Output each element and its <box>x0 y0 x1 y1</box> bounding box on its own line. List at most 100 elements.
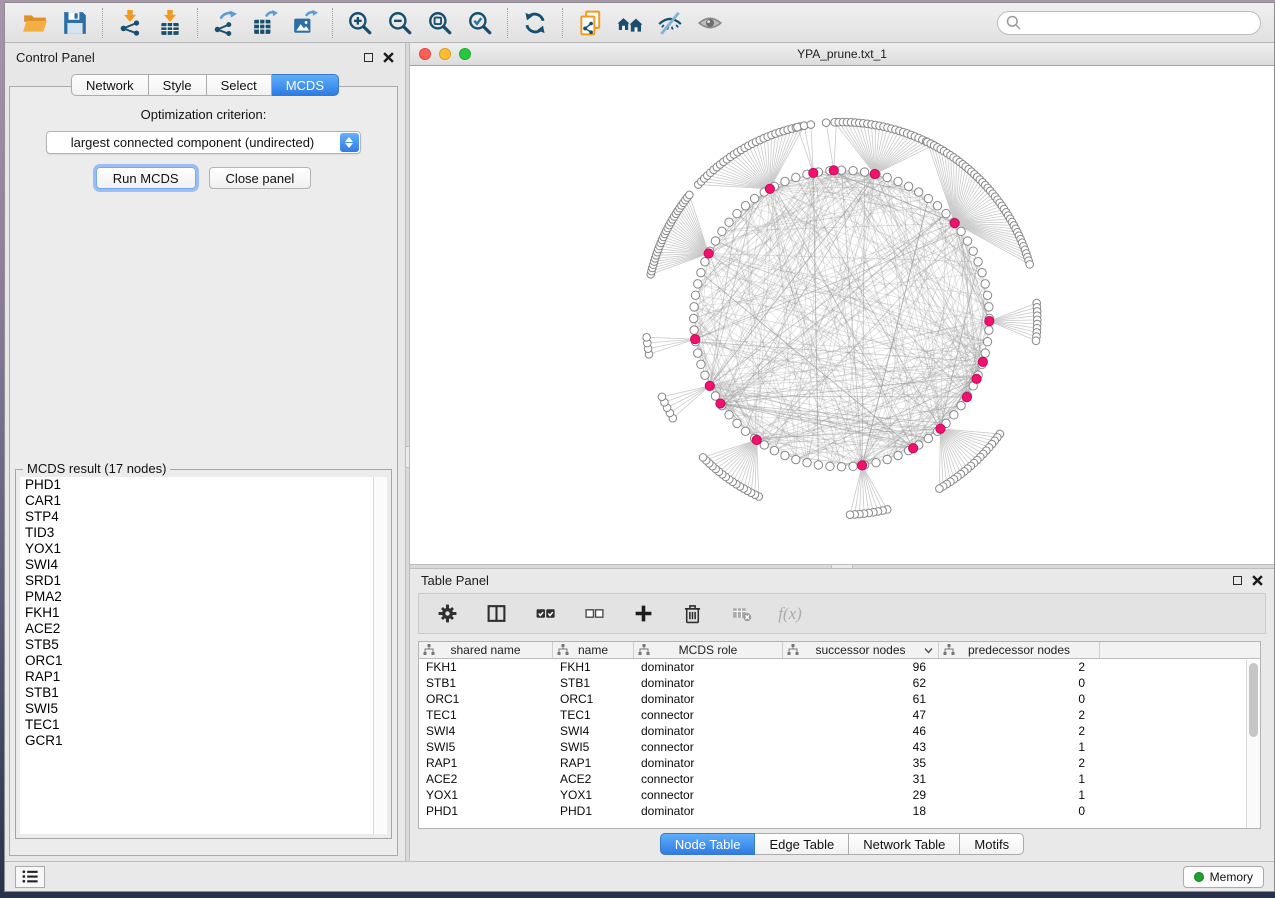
show-all-button[interactable] <box>690 6 730 40</box>
graph-node[interactable] <box>803 458 811 466</box>
graph-node[interactable] <box>981 280 989 288</box>
graph-node[interactable] <box>741 427 749 435</box>
graph-node[interactable] <box>733 209 741 217</box>
graph-node[interactable] <box>822 119 830 127</box>
tab-network-table[interactable]: Network Table <box>849 833 960 855</box>
first-neighbors-button[interactable] <box>610 6 650 40</box>
mcds-result-item[interactable]: STB5 <box>20 637 373 653</box>
table-row[interactable]: SWI5SWI5connector431 <box>419 739 1260 755</box>
graph-node[interactable] <box>733 419 741 427</box>
graph-node[interactable] <box>974 258 982 266</box>
graph-node[interactable] <box>981 349 989 357</box>
float-panel-icon[interactable] <box>1233 576 1242 585</box>
table-row[interactable]: RAP1RAP1dominator352 <box>419 755 1260 771</box>
table-row[interactable]: STB1STB1dominator620 <box>419 675 1260 691</box>
tab-motifs[interactable]: Motifs <box>960 833 1024 855</box>
table-row[interactable]: ORC1ORC1dominator610 <box>419 691 1260 707</box>
table-settings-button[interactable] <box>434 601 460 627</box>
graph-hub-node[interactable] <box>985 316 994 325</box>
graph-node[interactable] <box>701 258 709 266</box>
graph-node[interactable] <box>697 268 705 276</box>
mcds-result-list[interactable]: PHD1CAR1STP4TID3YOX1SWI4SRD1PMA2FKH1ACE2… <box>20 477 373 834</box>
mcds-result-item[interactable]: TID3 <box>20 525 373 541</box>
graph-node[interactable] <box>691 291 699 299</box>
graph-node[interactable] <box>689 314 697 322</box>
import-table-button[interactable] <box>150 6 190 40</box>
import-network-button[interactable] <box>110 6 150 40</box>
graph-node[interactable] <box>814 461 822 469</box>
minimize-window-icon[interactable] <box>439 48 451 60</box>
memory-button[interactable]: Memory <box>1183 866 1264 888</box>
table-row[interactable]: TEC1TEC1connector472 <box>419 707 1260 723</box>
mcds-result-item[interactable]: STP4 <box>20 509 373 525</box>
float-panel-icon[interactable] <box>364 53 373 62</box>
add-column-button[interactable] <box>630 601 656 627</box>
mcds-result-item[interactable]: FKH1 <box>20 605 373 621</box>
graph-node[interactable] <box>849 166 857 174</box>
graph-node[interactable] <box>643 334 651 342</box>
graph-node[interactable] <box>781 451 789 459</box>
graph-node[interactable] <box>849 462 857 470</box>
column-header-mcds-role[interactable]: MCDS role <box>634 642 783 658</box>
maximize-window-icon[interactable] <box>459 48 471 60</box>
column-header-predecessor-nodes[interactable]: predecessor nodes <box>939 642 1100 658</box>
graph-hub-node[interactable] <box>716 399 725 408</box>
graph-node[interactable] <box>924 434 932 442</box>
zoom-in-button[interactable] <box>340 6 380 40</box>
graph-hub-node[interactable] <box>978 357 987 366</box>
graph-node[interactable] <box>894 177 902 185</box>
delete-column-button[interactable] <box>679 601 705 627</box>
graph-node[interactable] <box>933 202 941 210</box>
mcds-result-item[interactable]: TEC1 <box>20 717 373 733</box>
graph-node[interactable] <box>690 326 698 334</box>
graph-node[interactable] <box>699 454 707 462</box>
graph-node[interactable] <box>701 371 709 379</box>
table-row[interactable]: SWI4SWI4dominator462 <box>419 723 1260 739</box>
graph-node[interactable] <box>694 349 702 357</box>
graph-hub-node[interactable] <box>829 166 838 175</box>
clone-network-button[interactable] <box>570 6 610 40</box>
graph-hub-node[interactable] <box>962 392 971 401</box>
graph-hub-node[interactable] <box>972 374 981 383</box>
graph-node[interactable] <box>694 280 702 288</box>
close-panel-button[interactable]: Close panel <box>209 167 312 189</box>
column-header-name[interactable]: name <box>553 642 634 658</box>
table-row[interactable]: ACE2ACE2connector311 <box>419 771 1260 787</box>
open-button[interactable] <box>15 6 55 40</box>
mcds-list-scrollbar[interactable] <box>373 477 387 834</box>
graph-node[interactable] <box>826 462 834 470</box>
graph-hub-node[interactable] <box>870 169 879 178</box>
graph-node[interactable] <box>978 268 986 276</box>
tab-style[interactable]: Style <box>149 74 207 96</box>
graph-node[interactable] <box>963 237 971 245</box>
graph-node[interactable] <box>883 455 891 463</box>
graph-hub-node[interactable] <box>909 444 918 453</box>
column-header-successor-nodes[interactable]: successor nodes <box>783 642 939 658</box>
export-network-button[interactable] <box>205 6 245 40</box>
scrollbar-thumb[interactable] <box>1249 663 1258 737</box>
graph-hub-node[interactable] <box>704 249 713 258</box>
mcds-result-item[interactable]: PMA2 <box>20 589 373 605</box>
function-builder-button[interactable]: f(x) <box>777 601 803 627</box>
delete-table-button[interactable] <box>728 601 754 627</box>
graph-node[interactable] <box>1026 261 1034 269</box>
close-window-icon[interactable] <box>419 48 431 60</box>
mcds-result-item[interactable]: SRD1 <box>20 573 373 589</box>
tab-edge-table[interactable]: Edge Table <box>755 833 849 855</box>
graph-hub-node[interactable] <box>705 381 714 390</box>
export-table-button[interactable] <box>245 6 285 40</box>
refresh-button[interactable] <box>515 6 555 40</box>
graph-node[interactable] <box>750 194 758 202</box>
graph-node[interactable] <box>1032 337 1040 345</box>
graph-node[interactable] <box>872 458 880 466</box>
graph-node[interactable] <box>807 121 815 129</box>
graph-node[interactable] <box>883 173 891 181</box>
mcds-result-item[interactable]: SWI5 <box>20 701 373 717</box>
graph-node[interactable] <box>718 227 726 235</box>
mcds-result-item[interactable]: RAP1 <box>20 669 373 685</box>
graph-hub-node[interactable] <box>765 184 774 193</box>
graph-node[interactable] <box>985 303 993 311</box>
criterion-select[interactable]: largest connected component (undirected) <box>46 131 361 154</box>
save-button[interactable] <box>55 6 95 40</box>
graph-node[interactable] <box>846 511 854 519</box>
